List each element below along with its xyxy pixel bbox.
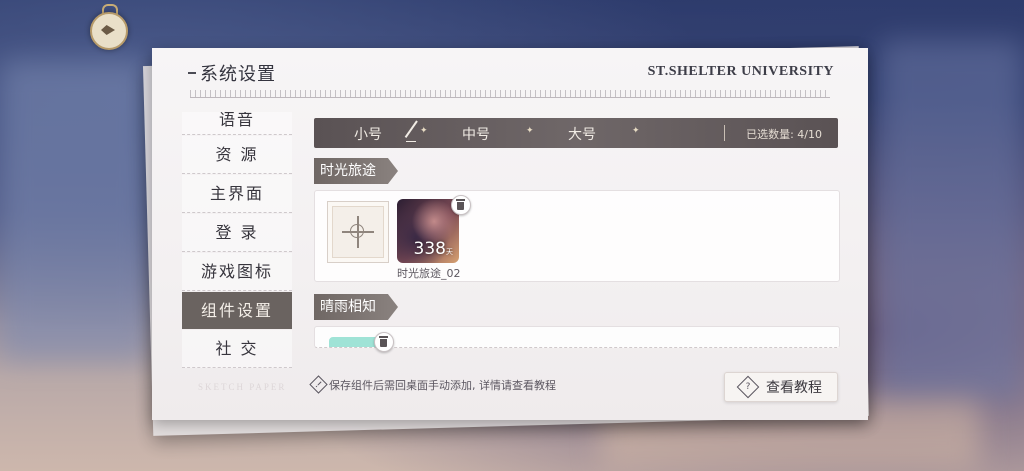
title-dash [188, 72, 196, 74]
settings-sidebar: 语音 资 源 主界面 登 录 游戏图标 组件设置 社 交 [182, 112, 292, 369]
question-icon: ? [736, 375, 760, 399]
sidebar-item-main-screen[interactable]: 主界面 [182, 175, 292, 213]
tutorial-button-label: 查看教程 [766, 380, 822, 396]
size-tab-bar: 小号 ✦ 中号 ✦ 大号 ✦ 已选数量: 4/10 [314, 118, 838, 148]
add-widget-button[interactable] [327, 201, 389, 263]
sidebar-item-login[interactable]: 登 录 [182, 214, 292, 252]
panel-title-wrap: 系统设置 [188, 60, 276, 86]
panel-header: 系统设置 ST.SHELTER UNIVERSITY [152, 48, 868, 100]
notice-text: 保存组件后需回桌面手动添加, 详情请查看教程 [329, 379, 556, 392]
crest-emblem-icon[interactable] [82, 4, 134, 50]
widget-value: 338 [413, 239, 446, 259]
sparkle-icon: ✦ [632, 126, 640, 136]
brand-logo-text: ST.SHELTER UNIVERSITY [647, 64, 834, 79]
sidebar-item-label: 社 交 [215, 339, 259, 358]
sidebar-item-label: 资 源 [215, 145, 259, 164]
background-blur [880, 40, 1024, 400]
settings-panel: 系统设置 ST.SHELTER UNIVERSITY 语音 资 源 主界面 登 … [152, 48, 868, 420]
sidebar-item-game-icon[interactable]: 游戏图标 [182, 253, 292, 291]
tab-size-large[interactable]: 大号 [568, 124, 596, 144]
selected-count: 已选数量: 4/10 [746, 128, 822, 141]
widget-thumbnail[interactable]: 338天 [397, 199, 459, 263]
footer-notice: 保存组件后需回桌面手动添加, 详情请查看教程 [312, 377, 556, 393]
warning-icon [312, 379, 325, 392]
view-tutorial-button[interactable]: ? 查看教程 [724, 372, 838, 402]
sidebar-item-label: 组件设置 [200, 301, 273, 320]
section-card-time-journey: 338天 时光旅途_02 [314, 190, 840, 282]
sparkle-icon: ✦ [526, 126, 534, 136]
widget-label: 时光旅途_02 [397, 267, 461, 280]
tab-size-medium[interactable]: 中号 [462, 124, 490, 144]
sidebar-item-label: 主界面 [209, 184, 264, 203]
background-blur [0, 60, 150, 360]
sparkle-icon: ✦ [420, 126, 428, 136]
sidebar-item-widget-settings[interactable]: 组件设置 [182, 292, 292, 329]
widget-day-count: 338天 [414, 239, 453, 259]
sidebar-item-social[interactable]: 社 交 [182, 330, 292, 368]
trash-icon[interactable] [374, 332, 394, 352]
sidebar-item-label: 语音 [218, 112, 255, 129]
widget-unit: 天 [446, 248, 453, 256]
tab-size-small[interactable]: 小号 [354, 124, 382, 144]
add-slot-icon-h [342, 231, 374, 233]
sidebar-item-label: 登 录 [215, 223, 259, 242]
sketch-paper-watermark: SKETCH PAPER [198, 382, 287, 392]
sidebar-item-label: 游戏图标 [200, 262, 273, 281]
sidebar-item-resources[interactable]: 资 源 [182, 136, 292, 174]
section-title-time-journey: 时光旅途 [314, 158, 398, 184]
ruler-baseline [190, 97, 830, 98]
page-title: 系统设置 [200, 64, 276, 85]
tab-divider [724, 125, 725, 141]
section-title-sunny-rain: 晴雨相知 [314, 294, 398, 320]
trash-icon[interactable] [451, 195, 471, 215]
sidebar-item-voice[interactable]: 语音 [182, 112, 292, 135]
